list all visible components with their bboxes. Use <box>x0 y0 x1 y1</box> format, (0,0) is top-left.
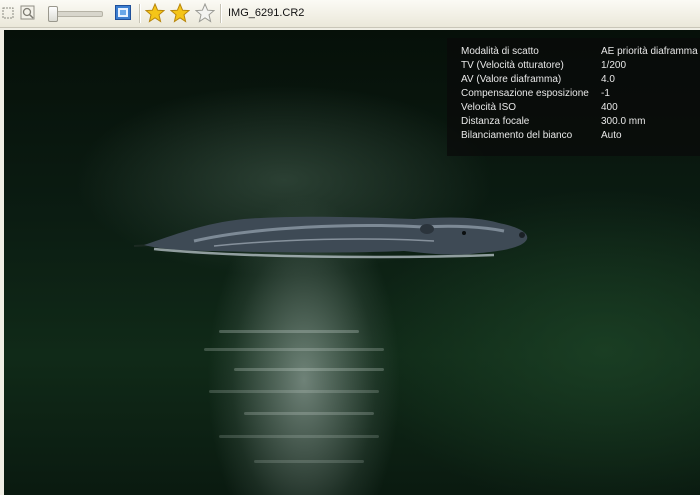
fullscreen-icon[interactable] <box>115 5 131 21</box>
exif-label: Bilanciamento del bianco <box>461 130 573 141</box>
exif-value: 400 <box>601 102 618 113</box>
water-reflection <box>219 435 379 438</box>
toolbar-separator <box>220 4 222 23</box>
exif-label: Modalità di scatto <box>461 46 539 57</box>
exif-label: AV (Valore diaframma) <box>461 74 562 85</box>
rating-star-1-icon[interactable] <box>144 2 166 23</box>
exif-value: Auto <box>601 130 622 141</box>
exif-value: 4.0 <box>601 74 615 85</box>
water-reflection <box>204 348 384 351</box>
exif-label: Velocità ISO <box>461 102 517 113</box>
fit-to-window-icon[interactable] <box>2 5 18 21</box>
zoom-slider-track <box>52 11 103 17</box>
exif-value: 300.0 mm <box>601 116 646 127</box>
water-reflection <box>219 330 359 333</box>
water-reflection <box>209 390 379 393</box>
exif-label: Compensazione esposizione <box>461 88 589 99</box>
exif-value: 1/200 <box>601 60 627 71</box>
water-reflection <box>234 368 384 371</box>
zoom-slider[interactable] <box>48 6 103 22</box>
toolbar: IMG_6291.CR2 <box>0 0 700 28</box>
rating-star-2-icon[interactable] <box>169 2 191 23</box>
zoom-icon[interactable] <box>20 5 36 21</box>
exif-info-panel: Modalità di scatto AE priorità diaframma … <box>447 38 700 156</box>
rating-star-3-icon[interactable] <box>194 2 216 23</box>
water-reflection <box>244 412 374 415</box>
exif-label: Distanza focale <box>461 116 530 127</box>
zoom-slider-thumb[interactable] <box>48 6 58 22</box>
water-reflection <box>254 460 364 463</box>
filename-label: IMG_6291.CR2 <box>228 7 305 19</box>
exif-value: -1 <box>601 88 610 99</box>
image-viewer[interactable]: Modalità di scatto AE priorità diaframma … <box>4 30 700 495</box>
exif-value: AE priorità diaframma <box>601 46 698 57</box>
exif-label: TV (Velocità otturatore) <box>461 60 564 71</box>
beaver-photo <box>134 216 528 259</box>
toolbar-separator <box>139 4 141 23</box>
